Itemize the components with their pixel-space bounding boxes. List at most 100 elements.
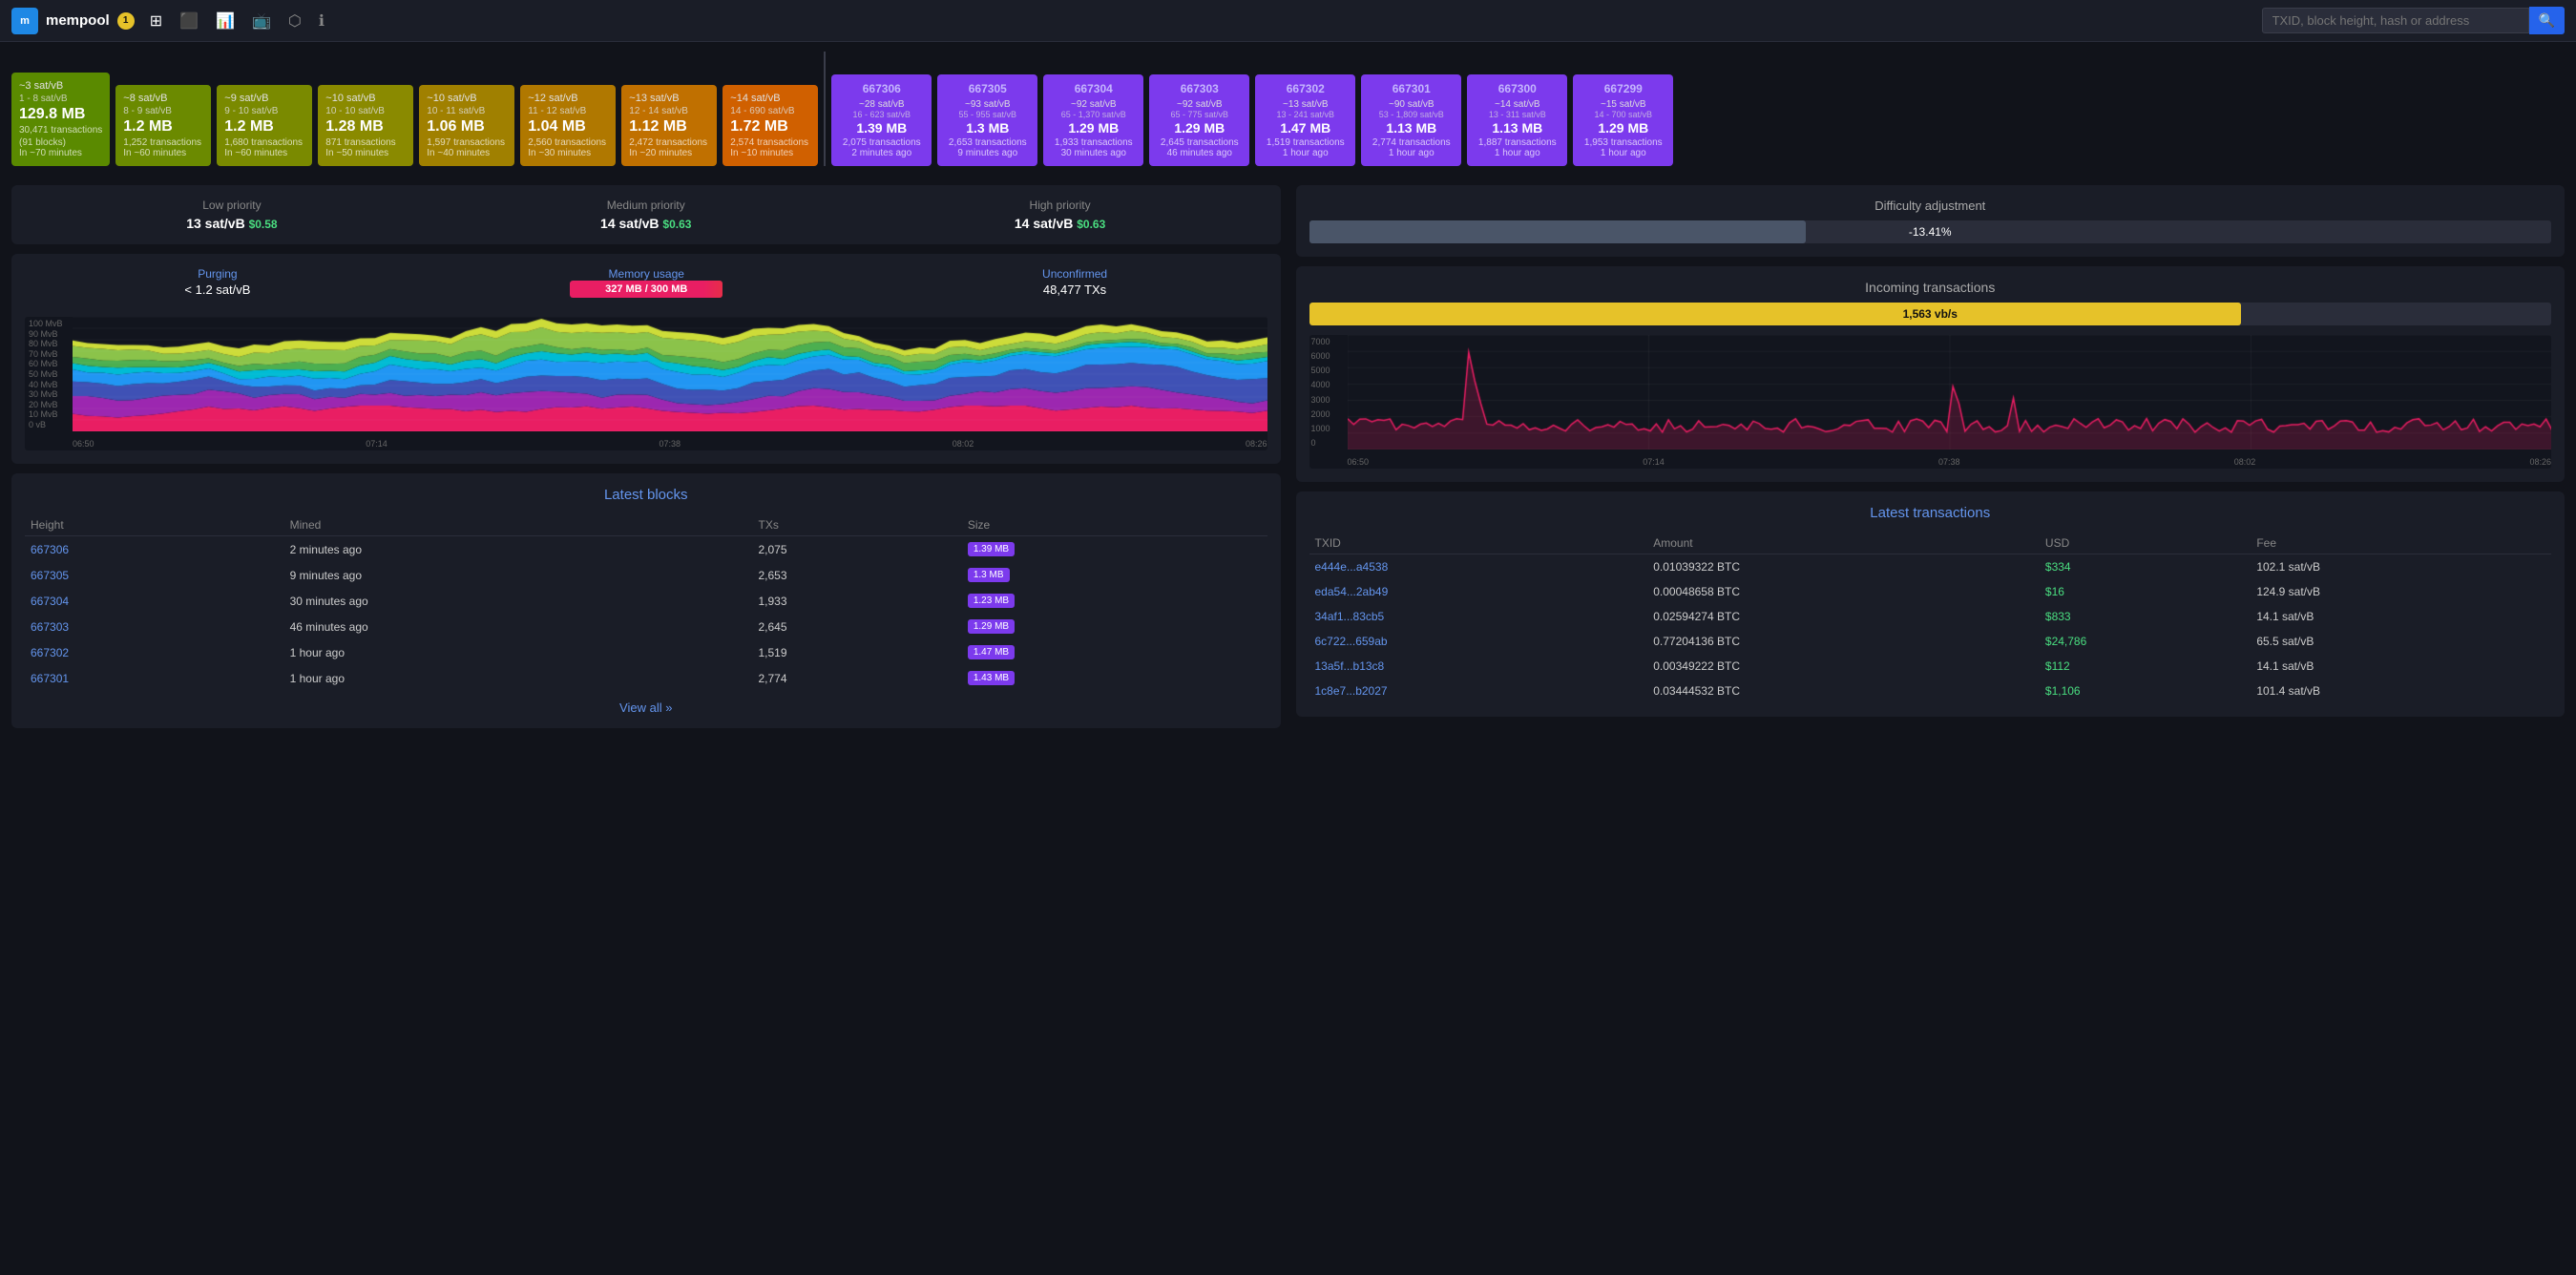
tx-id-3[interactable]: 6c722...659ab: [1315, 635, 1388, 648]
incoming-title: Incoming transactions: [1309, 280, 2552, 295]
tx-row-4: 13a5f...b13c8 0.00349222 BTC $112 14.1 s…: [1309, 654, 2552, 679]
pending-block-2[interactable]: ~9 sat/vB 9 - 10 sat/vB 1.2 MB 1,680 tra…: [217, 85, 312, 166]
pending-block-1[interactable]: ~8 sat/vB 8 - 9 sat/vB 1.2 MB 1,252 tran…: [115, 85, 211, 166]
fee-stats: Low priority 13 sat/vB $0.58 Medium prio…: [25, 199, 1267, 231]
block-txs-0: 2,075: [752, 536, 961, 563]
tx-id-5[interactable]: 1c8e7...b2027: [1315, 684, 1388, 698]
block-row-1: 667305 9 minutes ago 2,653 1.3 MB: [25, 562, 1267, 588]
confirmed-block-2[interactable]: 667304 ~92 sat/vB65 - 1,370 sat/vB 1.29 …: [1043, 74, 1143, 166]
block-height-4[interactable]: 667302: [31, 646, 69, 659]
block-txs-5: 2,774: [752, 665, 961, 691]
confirmed-block-3[interactable]: 667303 ~92 sat/vB65 - 775 sat/vB 1.29 MB…: [1149, 74, 1249, 166]
dashboard-icon[interactable]: ⊞: [150, 11, 162, 31]
confirmed-block-7[interactable]: 667299 ~15 sat/vB14 - 700 sat/vB 1.29 MB…: [1573, 74, 1673, 166]
block-row-2: 667304 30 minutes ago 1,933 1.23 MB: [25, 588, 1267, 614]
info-icon[interactable]: ℹ: [319, 11, 325, 31]
blocks-icon[interactable]: ⬛: [179, 11, 199, 31]
nav-search: 🔍: [2262, 7, 2565, 34]
tx-usd-1: $16: [2040, 579, 2251, 604]
block-height-5[interactable]: 667301: [31, 672, 69, 685]
tx-usd-3: $24,786: [2040, 629, 2251, 654]
nav-icons: ⊞ ⬛ 📊 📺 ⬡ ℹ: [150, 11, 325, 31]
search-button[interactable]: 🔍: [2529, 7, 2565, 34]
block-mined-3: 46 minutes ago: [284, 614, 753, 639]
search-input[interactable]: [2262, 8, 2529, 33]
difficulty-value: -13.41%: [1909, 225, 1952, 239]
col-height: Height: [25, 514, 284, 536]
block-height-2[interactable]: 667304: [31, 595, 69, 608]
tx-amount-2: 0.02594274 BTC: [1647, 604, 2040, 629]
fee-stats-panel: Low priority 13 sat/vB $0.58 Medium prio…: [11, 185, 1281, 244]
blocks-area: ~3 sat/vB 1 - 8 sat/vB 129.8 MB 30,471 t…: [0, 42, 2576, 176]
confirmed-block-1[interactable]: 667305 ~93 sat/vB55 - 955 sat/vB 1.3 MB …: [937, 74, 1037, 166]
incoming-rate-label: 1,563 vb/s: [1903, 307, 1958, 321]
tx-fee-1: 124.9 sat/vB: [2251, 579, 2551, 604]
low-priority-label: Low priority: [186, 199, 277, 212]
difficulty-panel: Difficulty adjustment -13.41%: [1296, 185, 2566, 257]
tx-id-1[interactable]: eda54...2ab49: [1315, 585, 1389, 598]
latest-blocks-panel: Latest blocks Height Mined TXs Size 6673…: [11, 473, 1281, 728]
block-height-0[interactable]: 667306: [31, 543, 69, 556]
block-row-0: 667306 2 minutes ago 2,075 1.39 MB: [25, 536, 1267, 563]
latest-blocks-table: Height Mined TXs Size 667306 2 minutes a…: [25, 514, 1267, 691]
col-fee: Fee: [2251, 533, 2551, 554]
col-amount: Amount: [1647, 533, 2040, 554]
pending-block-5[interactable]: ~12 sat/vB 11 - 12 sat/vB 1.04 MB 2,560 …: [520, 85, 616, 166]
tx-fee-2: 14.1 sat/vB: [2251, 604, 2551, 629]
chart-icon[interactable]: 📊: [216, 11, 235, 31]
block-txs-4: 1,519: [752, 639, 961, 665]
incoming-canvas: [1348, 335, 2552, 449]
tx-usd-0: $334: [2040, 554, 2251, 580]
block-mined-4: 1 hour ago: [284, 639, 753, 665]
mempool-stats: Purging < 1.2 sat/vB Memory usage 327 MB…: [25, 267, 1267, 307]
block-mined-0: 2 minutes ago: [284, 536, 753, 563]
tx-fee-5: 101.4 sat/vB: [2251, 679, 2551, 703]
col-txs: TXs: [752, 514, 961, 536]
incoming-y-labels: 70006000500040003000200010000: [1309, 335, 1332, 449]
tx-fee-0: 102.1 sat/vB: [2251, 554, 2551, 580]
block-mined-1: 9 minutes ago: [284, 562, 753, 588]
difficulty-bar: -13.41%: [1309, 220, 2552, 243]
confirmed-block-5[interactable]: 667301 ~90 sat/vB53 - 1,809 sat/vB 1.13 …: [1361, 74, 1461, 166]
memory-bar: 327 MB / 300 MB: [570, 281, 723, 298]
unconfirmed-stat: Unconfirmed 48,477 TXs: [1042, 267, 1107, 307]
tx-id-2[interactable]: 34af1...83cb5: [1315, 610, 1385, 623]
tx-usd-5: $1,106: [2040, 679, 2251, 703]
medium-priority-value: 14 sat/vB $0.63: [600, 216, 691, 231]
block-row-5: 667301 1 hour ago 2,774 1.43 MB: [25, 665, 1267, 691]
high-priority-value: 14 sat/vB $0.63: [1015, 216, 1105, 231]
confirmed-block-4[interactable]: 667302 ~13 sat/vB13 - 241 sat/vB 1.47 MB…: [1255, 74, 1355, 166]
block-size-4: 1.47 MB: [962, 639, 1267, 665]
tx-row-2: 34af1...83cb5 0.02594274 BTC $833 14.1 s…: [1309, 604, 2552, 629]
difficulty-title: Difficulty adjustment: [1309, 199, 2552, 213]
tx-row-5: 1c8e7...b2027 0.03444532 BTC $1,106 101.…: [1309, 679, 2552, 703]
pending-block-6[interactable]: ~13 sat/vB 12 - 14 sat/vB 1.12 MB 2,472 …: [621, 85, 717, 166]
high-priority: High priority 14 sat/vB $0.63: [1015, 199, 1105, 231]
pending-block-7[interactable]: ~14 sat/vB 14 - 690 sat/vB 1.72 MB 2,574…: [723, 85, 818, 166]
block-height-1[interactable]: 667305: [31, 569, 69, 582]
high-priority-label: High priority: [1015, 199, 1105, 212]
nav-logo[interactable]: m mempool 1: [11, 8, 135, 34]
nav-badge: 1: [117, 12, 135, 30]
pending-block-3[interactable]: ~10 sat/vB 10 - 10 sat/vB 1.28 MB 871 tr…: [318, 85, 413, 166]
block-height-3[interactable]: 667303: [31, 620, 69, 634]
block-size-1: 1.3 MB: [962, 562, 1267, 588]
tx-id-4[interactable]: 13a5f...b13c8: [1315, 659, 1385, 673]
incoming-chart-area: 70006000500040003000200010000 06:5007:14…: [1309, 335, 2552, 469]
view-all-blocks[interactable]: View all »: [25, 700, 1267, 715]
purging-stat: Purging < 1.2 sat/vB: [184, 267, 250, 307]
pending-block-0[interactable]: ~3 sat/vB 1 - 8 sat/vB 129.8 MB 30,471 t…: [11, 73, 110, 166]
latest-transactions-panel: Latest transactions TXID Amount USD Fee …: [1296, 491, 2566, 717]
tx-fee-4: 14.1 sat/vB: [2251, 654, 2551, 679]
confirmed-block-6[interactable]: 667300 ~14 sat/vB13 - 311 sat/vB 1.13 MB…: [1467, 74, 1567, 166]
confirmed-block-0[interactable]: 667306 ~28 sat/vB16 - 623 sat/vB 1.39 MB…: [831, 74, 932, 166]
tv-icon[interactable]: 📺: [252, 11, 271, 31]
network-icon[interactable]: ⬡: [288, 11, 302, 31]
col-mined: Mined: [284, 514, 753, 536]
left-column: Low priority 13 sat/vB $0.58 Medium prio…: [11, 185, 1281, 728]
tx-id-0[interactable]: e444e...a4538: [1315, 560, 1389, 574]
incoming-rate-fill: [1309, 303, 2241, 325]
view-all-link[interactable]: View all »: [619, 700, 672, 715]
pending-block-4[interactable]: ~10 sat/vB 10 - 11 sat/vB 1.06 MB 1,597 …: [419, 85, 514, 166]
block-txs-1: 2,653: [752, 562, 961, 588]
